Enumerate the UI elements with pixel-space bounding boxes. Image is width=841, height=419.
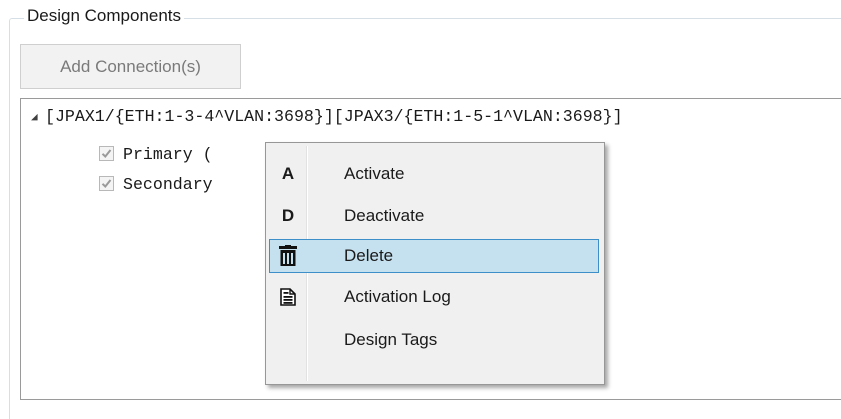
secondary-checkbox[interactable] (99, 176, 114, 191)
menu-item-label: Activation Log (344, 287, 451, 306)
tree-root-label: [JPAX1/{ETH:1-3-4^VLAN:3698}][JPAX3/{ETH… (45, 107, 623, 126)
tree-node-secondary[interactable]: Secondary (99, 173, 213, 197)
menu-item-activation-log[interactable]: Activation Log (269, 280, 599, 314)
design-tags-icon-placeholder (270, 324, 306, 356)
secondary-label: Secondary (123, 175, 213, 194)
trash-icon (270, 240, 306, 272)
context-menu: A Activate D Deactivate Delete Activatio… (265, 142, 605, 385)
menu-item-label: Design Tags (344, 330, 438, 349)
group-title: Design Components (24, 4, 185, 28)
log-document-icon (270, 281, 306, 313)
expand-arrow-icon[interactable]: ◢ (31, 106, 45, 130)
letter-d-icon: D (281, 206, 295, 225)
menu-item-label: Delete (344, 246, 394, 265)
menu-item-design-tags[interactable]: Design Tags (269, 323, 599, 357)
add-connection-button[interactable]: Add Connection(s) (20, 44, 241, 89)
primary-checkbox[interactable] (99, 146, 114, 161)
menu-item-deactivate[interactable]: D Deactivate (269, 199, 599, 233)
primary-label: Primary ( (123, 145, 213, 164)
menu-item-delete[interactable]: Delete (269, 239, 599, 273)
menu-item-label: Activate (344, 164, 405, 183)
tree-node-primary[interactable]: Primary ( (99, 143, 213, 167)
checkmark-icon (101, 149, 112, 158)
menu-item-label: Deactivate (344, 206, 425, 225)
checkmark-icon (101, 179, 112, 188)
tree-root-node[interactable]: ◢ [JPAX1/{ETH:1-3-4^VLAN:3698}][JPAX3/{ET… (31, 105, 623, 129)
menu-item-activate[interactable]: A Activate (269, 157, 599, 191)
letter-a-icon: A (281, 164, 295, 183)
